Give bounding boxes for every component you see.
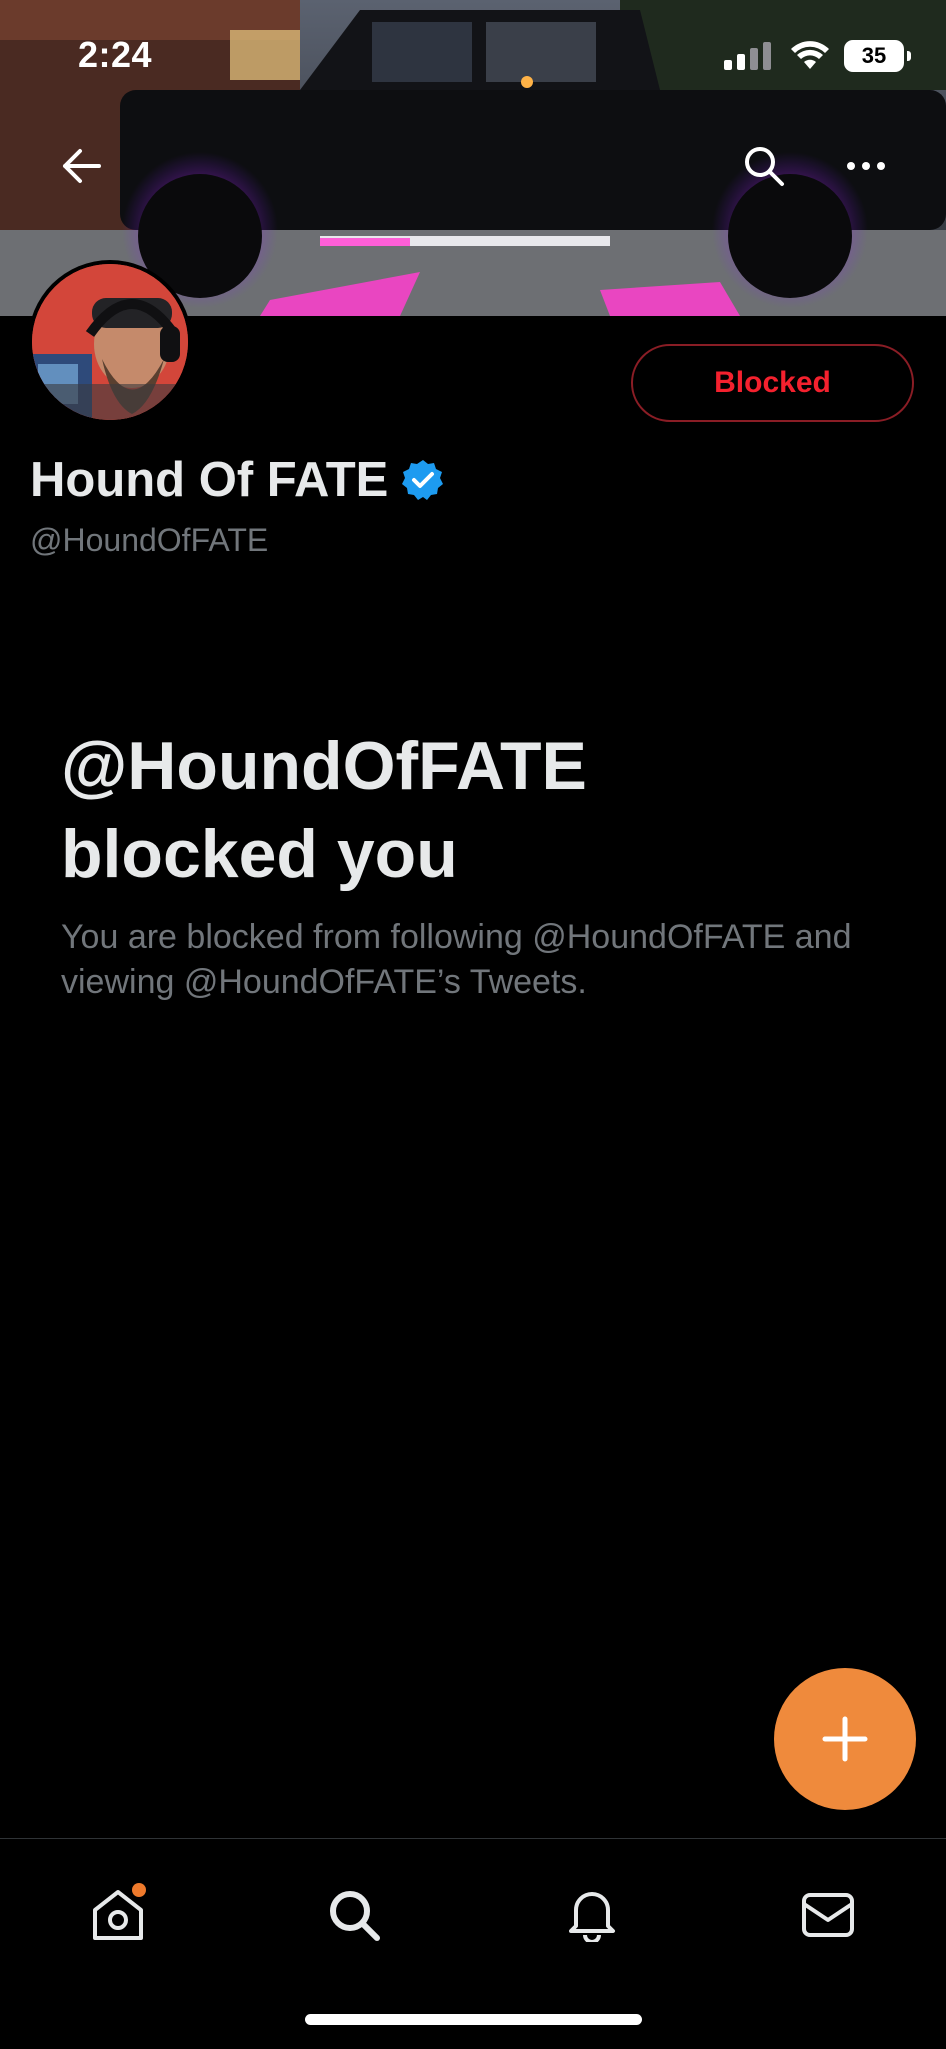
search-profile-button[interactable] (732, 134, 796, 198)
wifi-icon (791, 41, 829, 69)
back-button[interactable] (50, 134, 114, 198)
more-horizontal-icon (847, 162, 885, 170)
home-notification-dot (132, 1883, 146, 1897)
verified-badge-icon (402, 460, 444, 500)
more-options-button[interactable] (834, 134, 898, 198)
avatar[interactable] (28, 260, 192, 424)
avatar-image (32, 264, 188, 420)
blocked-button[interactable]: Blocked (631, 344, 914, 422)
mail-icon (802, 1893, 854, 1937)
compose-tweet-button[interactable] (774, 1668, 916, 1810)
search-icon (745, 147, 784, 186)
display-name: Hound Of FATE (30, 453, 389, 507)
blocked-description: You are blocked from following @HoundOfF… (61, 918, 852, 1001)
blocked-title-handle: @HoundOfFATE (61, 728, 587, 804)
tab-home[interactable] (78, 1875, 158, 1955)
plus-icon (822, 1716, 868, 1762)
status-time: 2:24 (78, 34, 153, 75)
tab-search[interactable] (314, 1875, 394, 1955)
tab-messages[interactable] (788, 1875, 868, 1955)
blocked-title: @HoundOfFATE blocked you (61, 722, 881, 898)
blocked-title-text: blocked you (61, 816, 458, 892)
status-icons: 35 (724, 40, 911, 72)
status-bar: 2:24 35 (0, 0, 946, 116)
profile-name-row: Hound Of FATE (30, 452, 444, 508)
profile-handle: @HoundOfFATE (30, 522, 269, 558)
arrow-left-icon (63, 149, 101, 183)
search-icon (330, 1891, 380, 1941)
bell-icon (569, 1892, 615, 1942)
cellular-signal-icon (724, 42, 771, 70)
battery-indicator: 35 (844, 40, 911, 72)
home-indicator[interactable] (305, 2014, 642, 2025)
tab-notifications[interactable] (552, 1875, 632, 1955)
